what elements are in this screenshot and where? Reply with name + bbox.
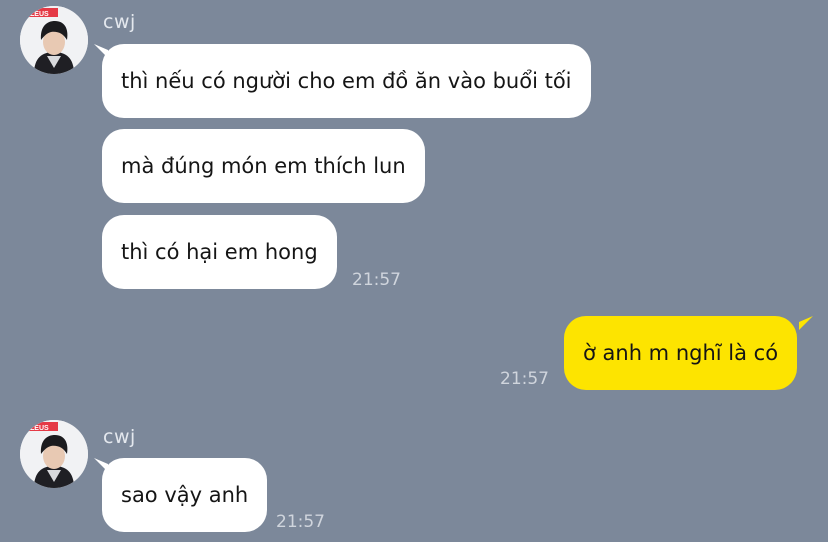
sender-name: cwj — [103, 11, 136, 33]
avatar[interactable]: ZEUS — [20, 420, 88, 488]
message-text: thì có hại em hong — [121, 240, 318, 264]
message-bubble[interactable]: sao vậy anh — [102, 458, 268, 532]
sender-name: cwj — [103, 426, 136, 448]
avatar-badge: ZEUS — [30, 425, 49, 432]
avatar-photo: ZEUS — [20, 420, 88, 488]
avatar-photo: ZEUS — [20, 6, 88, 74]
avatar-badge: ZEUS — [30, 11, 49, 18]
message-text: sao vậy anh — [121, 483, 249, 507]
message-timestamp: 21:57 — [500, 369, 549, 389]
message-bubble[interactable]: thì có hại em hong — [102, 215, 337, 289]
avatar[interactable]: ZEUS — [20, 6, 88, 74]
message-bubble[interactable]: thì nếu có người cho em đồ ăn vào buổi t… — [102, 44, 591, 118]
message-timestamp: 21:57 — [352, 270, 401, 290]
message-timestamp: 21:57 — [276, 512, 325, 532]
message-text: thì nếu có người cho em đồ ăn vào buổi t… — [121, 69, 572, 93]
bubble-tail — [799, 316, 813, 330]
message-text: ờ anh m nghĩ là có — [583, 341, 779, 365]
message-text: mà đúng món em thích lun — [121, 154, 406, 178]
message-bubble[interactable]: mà đúng món em thích lun — [102, 129, 425, 203]
outgoing-message-bubble[interactable]: ờ anh m nghĩ là có — [564, 316, 798, 390]
